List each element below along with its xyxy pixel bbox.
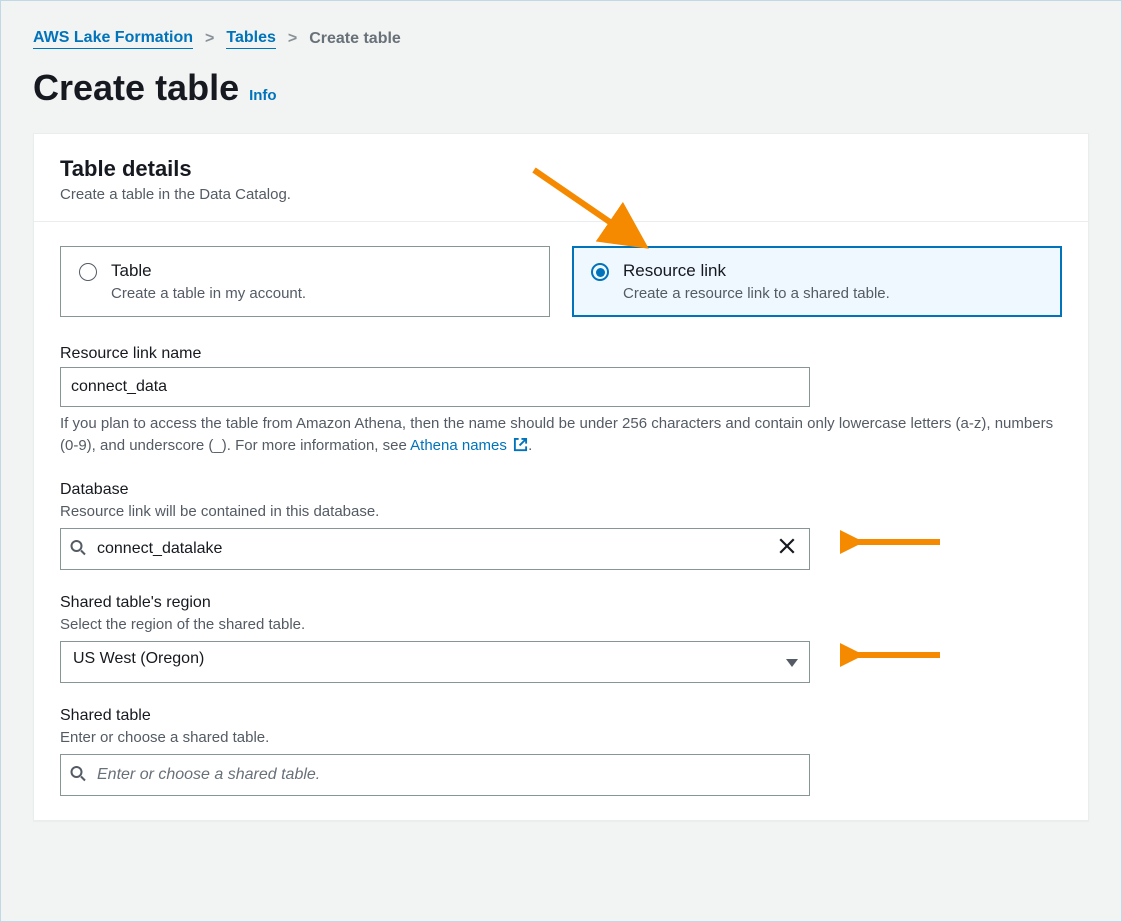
radio-desc: Create a table in my account. [111, 285, 306, 302]
panel-title: Table details [60, 156, 1062, 182]
shared-table-hint: Enter or choose a shared table. [60, 729, 1062, 746]
search-icon [70, 765, 86, 784]
panel-subtitle: Create a table in the Data Catalog. [60, 186, 1062, 203]
region-label: Shared table's region [60, 594, 1062, 612]
info-link[interactable]: Info [249, 87, 277, 104]
radio-desc: Create a resource link to a shared table… [623, 285, 890, 302]
shared-table-input[interactable] [60, 754, 810, 796]
radio-title: Table [111, 261, 306, 281]
close-icon [778, 537, 796, 555]
database-hint: Resource link will be contained in this … [60, 503, 1062, 520]
database-label: Database [60, 481, 1062, 499]
radio-option-resource-link[interactable]: Resource link Create a resource link to … [572, 246, 1062, 317]
breadcrumb-current: Create table [309, 30, 401, 48]
clear-database-button[interactable] [774, 533, 800, 565]
search-icon [70, 539, 86, 558]
resource-link-name-label: Resource link name [60, 345, 1062, 363]
chevron-right-icon: > [205, 30, 214, 48]
annotation-arrow [840, 640, 950, 670]
chevron-right-icon: > [288, 30, 297, 48]
resource-link-name-help: If you plan to access the table from Ama… [60, 413, 1062, 457]
breadcrumb: AWS Lake Formation > Tables > Create tab… [1, 1, 1121, 49]
table-details-panel: Table details Create a table in the Data… [33, 133, 1089, 821]
shared-table-label: Shared table [60, 707, 1062, 725]
breadcrumb-parent[interactable]: Tables [226, 29, 276, 49]
radio-title: Resource link [623, 261, 890, 281]
help-text: If you plan to access the table from Ama… [60, 415, 1053, 454]
annotation-arrow [840, 527, 950, 557]
resource-link-name-input[interactable] [60, 367, 810, 407]
help-text: . [528, 437, 532, 454]
athena-names-link[interactable]: Athena names [410, 437, 528, 454]
radio-icon [591, 263, 609, 281]
region-hint: Select the region of the shared table. [60, 616, 1062, 633]
external-link-icon [513, 437, 528, 452]
region-select[interactable]: US West (Oregon) [60, 641, 810, 683]
database-input[interactable] [60, 528, 810, 570]
breadcrumb-root[interactable]: AWS Lake Formation [33, 29, 193, 49]
radio-icon [79, 263, 97, 281]
radio-option-table[interactable]: Table Create a table in my account. [60, 246, 550, 317]
page-title: Create table [33, 67, 239, 109]
